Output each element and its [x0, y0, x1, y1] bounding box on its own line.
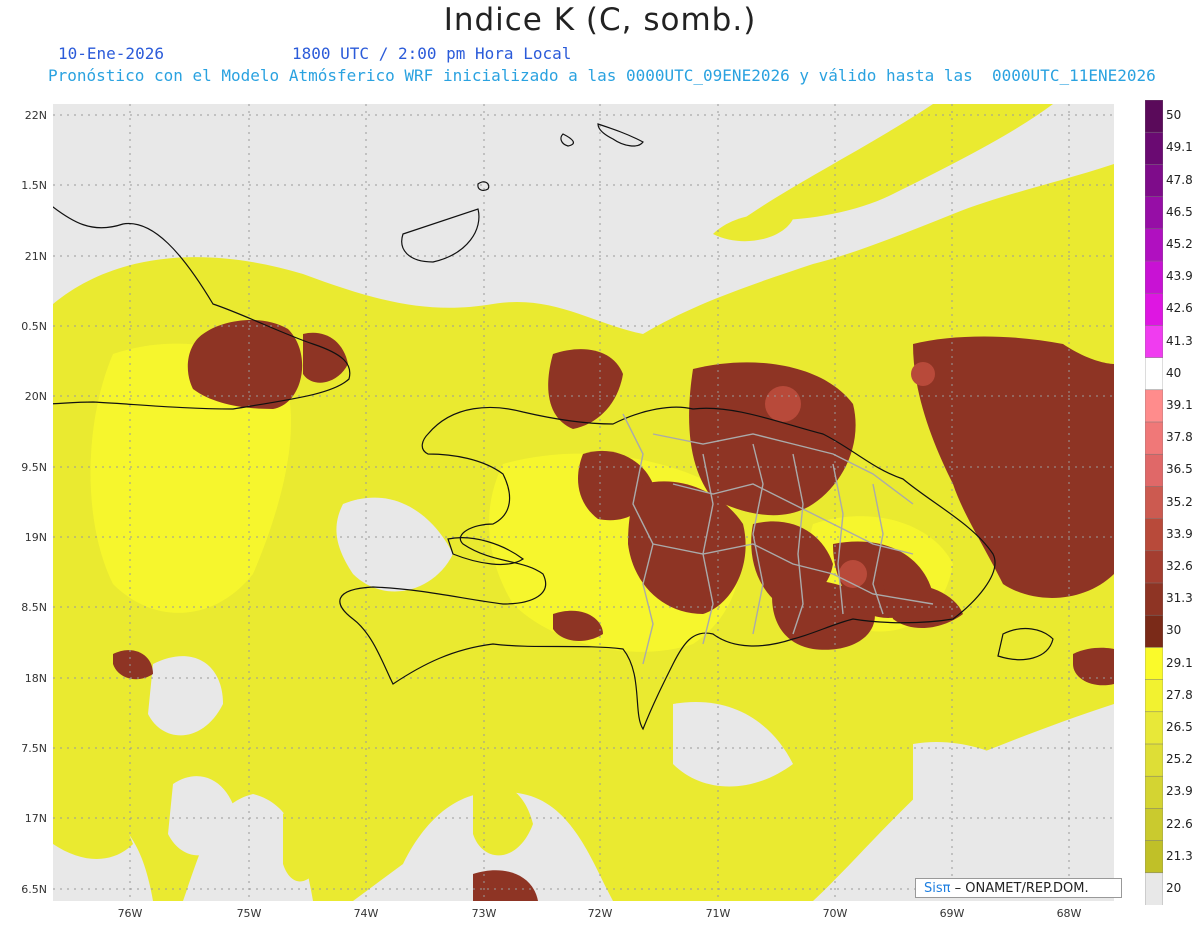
- colorbar-swatch: [1145, 647, 1163, 681]
- colorbar-label: 21.3: [1166, 848, 1193, 863]
- colorbar-swatch: [1145, 550, 1163, 584]
- colorbar-swatch: [1145, 872, 1163, 905]
- lon-label: 76W: [117, 907, 143, 920]
- colorbar-label: 40: [1166, 365, 1182, 380]
- lon-label: 75W: [236, 907, 262, 920]
- k-index-map: [53, 104, 1114, 901]
- colorbar-swatch: [1145, 421, 1163, 455]
- colorbar-swatch: [1145, 711, 1163, 745]
- lat-label: 8.5N: [21, 601, 47, 614]
- colorbar-label: 36.5: [1166, 462, 1193, 477]
- colorbar-label: 47.8: [1166, 172, 1193, 187]
- colorbar-swatch: [1145, 164, 1163, 198]
- colorbar-label: 42.6: [1166, 301, 1193, 316]
- colorbar-label: 49.1: [1166, 140, 1193, 155]
- colorbar-swatch: [1145, 775, 1163, 810]
- lon-label: 68W: [1056, 907, 1082, 920]
- colorbar-swatch: [1145, 131, 1163, 166]
- colorbar-label: 35.2: [1166, 494, 1193, 509]
- colorbar-swatch: [1145, 486, 1163, 520]
- colorbar-swatch: [1145, 228, 1163, 262]
- lat-label: 18N: [24, 672, 47, 685]
- lon-label: 74W: [353, 907, 379, 920]
- lat-label: 1.5N: [21, 179, 47, 192]
- colorbar-swatch: [1145, 582, 1163, 616]
- colorbar-swatch: [1145, 679, 1163, 713]
- colorbar-label: 45.2: [1166, 236, 1193, 251]
- colorbar-label: 26.5: [1166, 719, 1193, 734]
- lat-label: 17N: [24, 812, 47, 825]
- colorbar-swatch: [1145, 840, 1163, 874]
- lat-label: 0.5N: [21, 320, 47, 333]
- lon-label: 71W: [705, 907, 731, 920]
- colorbar-label: 20: [1166, 880, 1182, 895]
- colorbar-label: 50: [1166, 108, 1182, 123]
- colorbar-label: 29.1: [1166, 655, 1193, 670]
- lat-label: 21N: [24, 250, 47, 263]
- colorbar-label: 30: [1166, 623, 1182, 638]
- credit-box: Sisπ – ONAMET/REP.DOM.: [915, 878, 1122, 898]
- lon-label: 72W: [587, 907, 613, 920]
- colorbar-swatch: [1145, 453, 1163, 488]
- colorbar-label: 32.6: [1166, 558, 1193, 573]
- colorbar-swatch: [1145, 357, 1163, 391]
- lat-label: 22N: [24, 109, 47, 122]
- forecast-date: 10-Ene-2026: [58, 44, 164, 63]
- colorbar-swatch: [1145, 292, 1163, 327]
- lon-label: 69W: [939, 907, 965, 920]
- sis-logo-text: Sisπ: [924, 881, 951, 896]
- colorbar: [1145, 100, 1163, 905]
- colorbar-label: 31.3: [1166, 591, 1193, 606]
- colorbar-label: 39.1: [1166, 397, 1193, 412]
- colorbar-label: 46.5: [1166, 204, 1193, 219]
- colorbar-swatch: [1145, 196, 1163, 230]
- forecast-description: Pronóstico con el Modelo Atmósferico WRF…: [48, 66, 1156, 85]
- colorbar-label: 37.8: [1166, 430, 1193, 445]
- colorbar-swatch: [1145, 743, 1163, 777]
- colorbar-swatch: [1145, 614, 1163, 649]
- map-title: Indice K (C, somb.): [443, 2, 757, 38]
- colorbar-swatch: [1145, 518, 1163, 552]
- colorbar-swatch: [1145, 260, 1163, 294]
- colorbar-label: 23.9: [1166, 784, 1193, 799]
- colorbar-label: 43.9: [1166, 269, 1193, 284]
- lat-label: 20N: [24, 390, 47, 403]
- credit-org: – ONAMET/REP.DOM.: [950, 881, 1089, 896]
- colorbar-swatch: [1145, 808, 1163, 842]
- lon-label: 70W: [822, 907, 848, 920]
- forecast-time: 1800 UTC / 2:00 pm Hora Local: [292, 44, 572, 63]
- lon-label: 73W: [471, 907, 497, 920]
- colorbar-label: 22.6: [1166, 816, 1193, 831]
- lat-label: 19N: [24, 531, 47, 544]
- colorbar-label: 25.2: [1166, 752, 1193, 767]
- colorbar-swatch: [1145, 100, 1163, 133]
- lat-label: 9.5N: [21, 461, 47, 474]
- colorbar-label: 27.8: [1166, 687, 1193, 702]
- colorbar-swatch: [1145, 325, 1163, 359]
- colorbar-label: 33.9: [1166, 526, 1193, 541]
- colorbar-swatch: [1145, 389, 1163, 423]
- colorbar-label: 41.3: [1166, 333, 1193, 348]
- lat-label: 7.5N: [21, 742, 47, 755]
- lat-label: 6.5N: [21, 883, 47, 896]
